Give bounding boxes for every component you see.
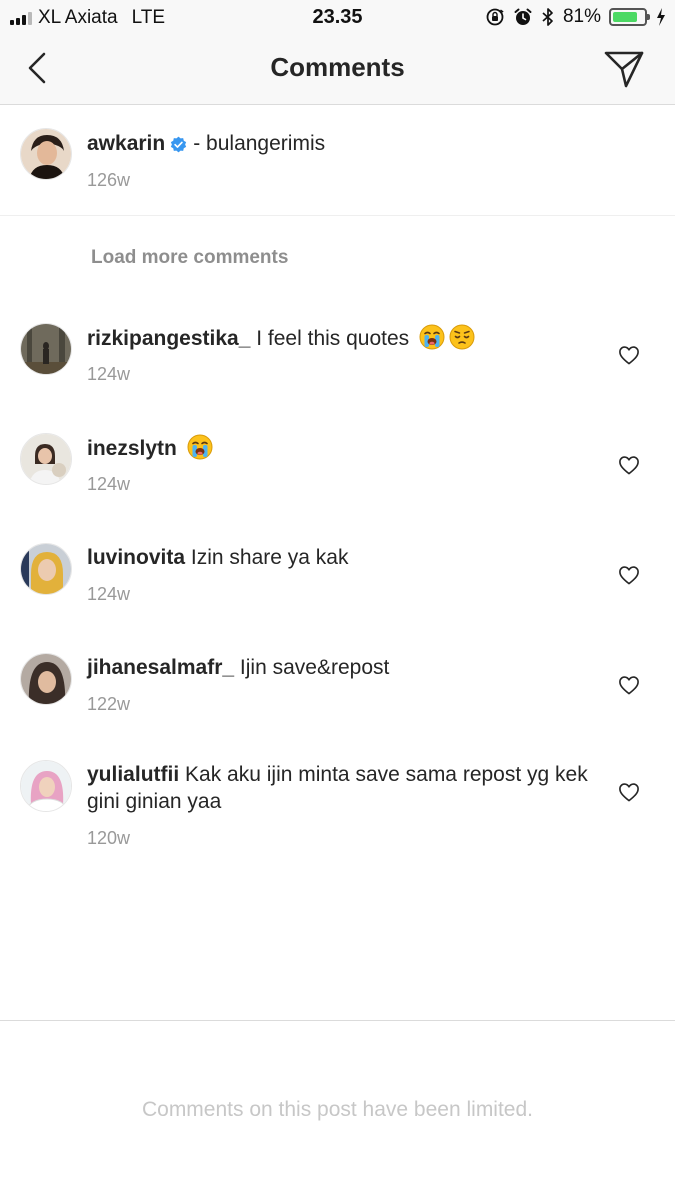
paper-plane-icon[interactable] <box>603 48 645 90</box>
alarm-icon <box>514 8 532 25</box>
heart-icon[interactable] <box>618 455 640 475</box>
avatar[interactable] <box>20 543 72 595</box>
status-bar-right: 81% <box>485 6 667 28</box>
comment-body: Ijin save&repost <box>239 656 390 679</box>
comment-username[interactable]: luvinovita <box>87 546 185 569</box>
avatar[interactable] <box>20 433 72 485</box>
load-more-comments-button[interactable]: Load more comments <box>91 247 288 269</box>
comment-username[interactable]: rizkipangestika_ <box>87 327 250 350</box>
loudly-crying-face-icon <box>187 434 213 460</box>
navigation-bar: Comments <box>0 34 675 105</box>
comment-body: I feel this quotes <box>256 327 410 350</box>
bluetooth-icon <box>542 8 553 26</box>
heart-icon[interactable] <box>618 675 640 695</box>
heart-icon[interactable] <box>618 565 640 585</box>
loudly-crying-face-icon <box>419 324 445 350</box>
comment-row: inezslytn 124w <box>0 410 675 520</box>
battery-icon <box>609 8 650 26</box>
comment-row: rizkipangestika_ I feel this quotes 124w <box>0 300 675 410</box>
comment-text: jihanesalmafr_ Ijin save&repost <box>87 654 607 681</box>
comment-text: yulialutfii Kak aku ijin minta save sama… <box>87 761 607 815</box>
comment-text: inezslytn <box>87 434 607 462</box>
comment-timestamp: 124w <box>87 364 131 384</box>
comment-row: yulialutfii Kak aku ijin minta save sama… <box>0 740 675 880</box>
page-title: Comments <box>270 52 405 82</box>
battery-fill <box>613 12 638 22</box>
avatar[interactable] <box>20 760 72 812</box>
comment-text: luvinovita Izin share ya kak <box>87 544 607 571</box>
comment-timestamp: 120w <box>87 828 131 848</box>
divider <box>0 1020 675 1021</box>
comment-username[interactable]: inezslytn <box>87 437 177 460</box>
battery-percent: 81% <box>562 6 601 27</box>
avatar[interactable] <box>20 323 72 375</box>
comment-timestamp: 122w <box>87 694 131 714</box>
post-caption: awkarin - bulangerimis 126w <box>0 104 675 215</box>
comment-timestamp: 124w <box>87 474 131 494</box>
comment-username[interactable]: yulialutfii <box>87 763 179 786</box>
caption-text: awkarin - bulangerimis <box>87 130 607 157</box>
caption-username[interactable]: awkarin <box>87 132 165 155</box>
charging-icon <box>657 8 665 26</box>
pensive-face-icon <box>449 324 475 350</box>
orientation-lock-icon <box>486 8 504 26</box>
heart-icon[interactable] <box>618 782 640 802</box>
avatar[interactable] <box>20 653 72 705</box>
comment-row: jihanesalmafr_ Ijin save&repost 122w <box>0 630 675 740</box>
caption-body: - bulangerimis <box>193 132 326 155</box>
comment-text: rizkipangestika_ I feel this quotes <box>87 324 607 352</box>
avatar[interactable] <box>20 128 72 180</box>
comment-timestamp: 124w <box>87 584 131 604</box>
heart-icon[interactable] <box>618 345 640 365</box>
divider <box>0 215 675 216</box>
comment-row: luvinovita Izin share ya kak 124w <box>0 520 675 630</box>
verified-badge-icon <box>171 136 187 153</box>
status-bar: XL Axiata LTE 23.35 81% <box>0 0 675 34</box>
comment-username[interactable]: jihanesalmafr_ <box>87 656 234 679</box>
comments-limited-notice: Comments on this post have been limited. <box>141 1098 534 1121</box>
caption-timestamp: 126w <box>87 170 131 190</box>
comment-body: Izin share ya kak <box>190 546 349 569</box>
